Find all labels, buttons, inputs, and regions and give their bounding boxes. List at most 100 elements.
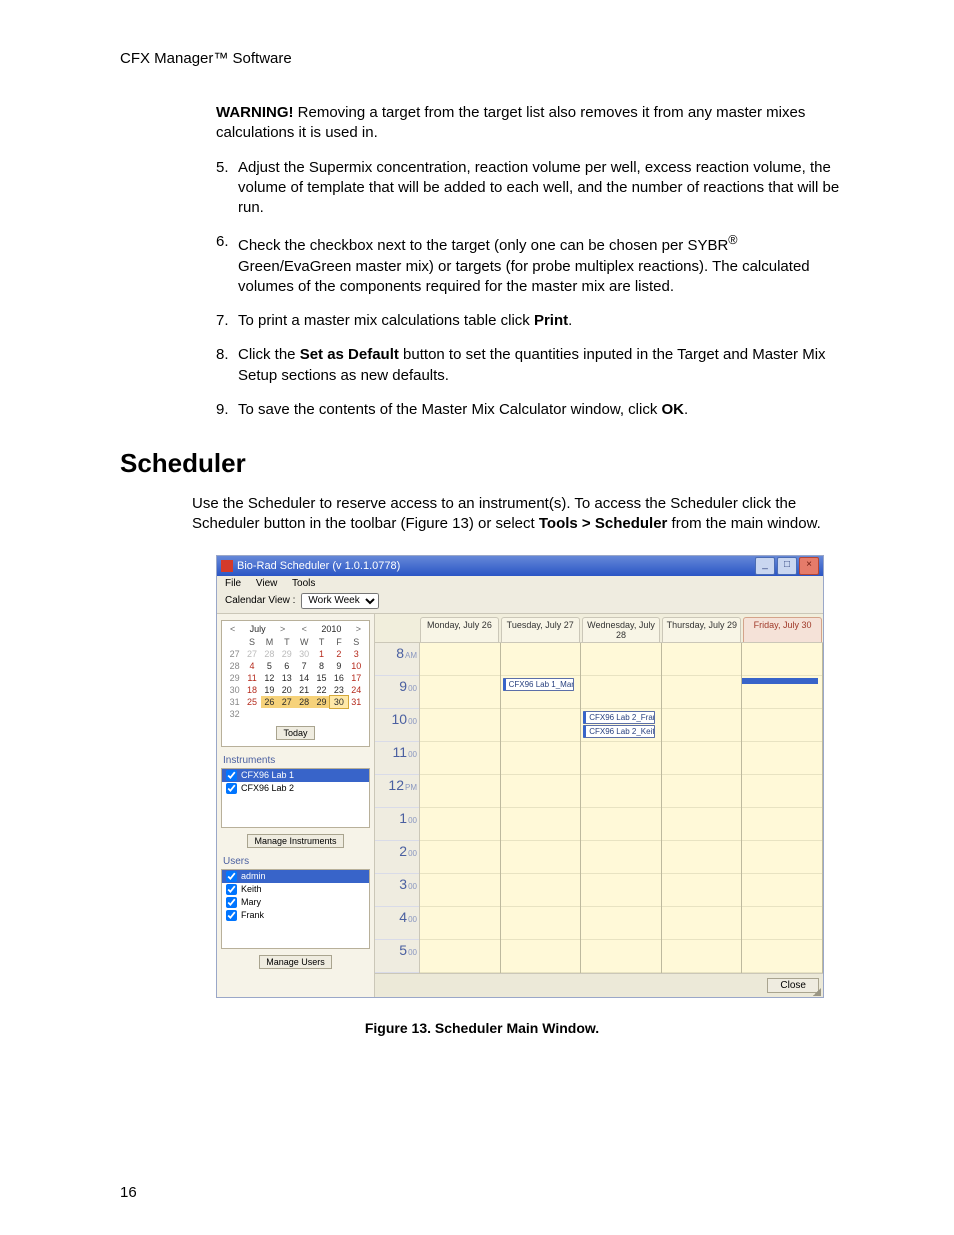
calendar-day[interactable]: 3 [348, 648, 365, 660]
section-heading: Scheduler [120, 448, 844, 479]
calendar-day[interactable] [243, 708, 260, 720]
current-time-indicator [742, 678, 818, 684]
list-item-checkbox[interactable] [226, 897, 237, 908]
calendar-day[interactable] [296, 708, 313, 720]
list-item-checkbox[interactable] [226, 871, 237, 882]
list-item-checkbox[interactable] [226, 910, 237, 921]
calendar-day[interactable]: 24 [348, 684, 365, 696]
hour-label: 200 [375, 841, 419, 874]
instruments-list[interactable]: CFX96 Lab 1CFX96 Lab 2 [221, 768, 370, 828]
day-column[interactable] [420, 643, 501, 973]
manage-instruments-button[interactable]: Manage Instruments [247, 834, 343, 848]
resize-grip-icon[interactable] [811, 986, 821, 996]
calendar-day[interactable]: 11 [243, 672, 260, 684]
mini-calendar[interactable]: < July > < 2010 > SMTWTFS272728293012328… [221, 620, 370, 747]
calendar-day[interactable] [278, 708, 295, 720]
list-item[interactable]: CFX96 Lab 2 [222, 782, 369, 795]
list-item[interactable]: Mary [222, 896, 369, 909]
calendar-day[interactable]: 10 [348, 660, 365, 672]
calendar-day[interactable]: 18 [243, 684, 260, 696]
step-item: 9.To save the contents of the Master Mix… [216, 400, 844, 420]
calendar-day[interactable]: 8 [313, 660, 330, 672]
calendar-day[interactable]: 14 [296, 672, 313, 684]
calendar-day[interactable]: 20 [278, 684, 295, 696]
window-title: Bio-Rad Scheduler (v 1.0.1.0778) [237, 560, 400, 572]
calendar-day[interactable]: 30 [330, 696, 347, 708]
calendar-day[interactable]: 28 [261, 648, 278, 660]
calendar-day[interactable] [313, 708, 330, 720]
prev-year-icon[interactable]: < [300, 624, 309, 634]
list-item-checkbox[interactable] [226, 783, 237, 794]
calendar-day[interactable] [348, 708, 365, 720]
day-column[interactable] [662, 643, 743, 973]
next-month-icon[interactable]: > [278, 624, 287, 634]
sidebar: < July > < 2010 > SMTWTFS272728293012328… [217, 614, 375, 997]
day-header[interactable]: Friday, July 30 [743, 617, 822, 642]
day-column[interactable]: CFX96 Lab 1_Mary [501, 643, 582, 973]
calendar-day[interactable]: 13 [278, 672, 295, 684]
calendar-day[interactable]: 16 [330, 672, 347, 684]
calendar-day[interactable]: 1 [313, 648, 330, 660]
toolbar: Calendar View : Work Week [217, 591, 823, 614]
calendar-event[interactable]: CFX96 Lab 1_Mary [503, 678, 575, 691]
today-button[interactable]: Today [276, 726, 314, 740]
list-item-checkbox[interactable] [226, 884, 237, 895]
calendar-day[interactable]: 27 [278, 696, 295, 708]
step-item: 5.Adjust the Supermix concentration, rea… [216, 158, 844, 219]
day-header[interactable]: Wednesday, July 28 [582, 617, 661, 642]
calendar-day[interactable]: 6 [278, 660, 295, 672]
menu-tools[interactable]: Tools [292, 578, 315, 589]
schedule-grid[interactable]: 8AM9001000110012PM100200300400500 CFX96 … [375, 643, 823, 973]
next-year-icon[interactable]: > [354, 624, 363, 634]
users-list[interactable]: adminKeithMaryFrank [221, 869, 370, 949]
calendar-day[interactable]: 12 [261, 672, 278, 684]
calendar-day[interactable] [261, 708, 278, 720]
day-header[interactable]: Monday, July 26 [420, 617, 499, 642]
hour-label: 400 [375, 907, 419, 940]
list-item-checkbox[interactable] [226, 770, 237, 781]
day-header[interactable]: Thursday, July 29 [662, 617, 741, 642]
calendar-day[interactable]: 22 [313, 684, 330, 696]
hour-label: 500 [375, 940, 419, 973]
calendar-day[interactable]: 21 [296, 684, 313, 696]
prev-month-icon[interactable]: < [228, 624, 237, 634]
calendar-day[interactable]: 30 [296, 648, 313, 660]
list-item[interactable]: admin [222, 870, 369, 883]
calendar-day[interactable]: 2 [330, 648, 347, 660]
calendar-day[interactable]: 28 [296, 696, 313, 708]
maximize-button[interactable]: □ [777, 557, 797, 575]
calendar-day[interactable]: 15 [313, 672, 330, 684]
calendar-day[interactable]: 31 [348, 696, 365, 708]
list-item[interactable]: Keith [222, 883, 369, 896]
calendar-day[interactable]: 5 [261, 660, 278, 672]
day-header[interactable]: Tuesday, July 27 [501, 617, 580, 642]
menu-file[interactable]: File [225, 578, 241, 589]
menu-view[interactable]: View [256, 578, 278, 589]
calendar-day[interactable]: 17 [348, 672, 365, 684]
list-item[interactable]: Frank [222, 909, 369, 922]
calendar-day[interactable]: 26 [261, 696, 278, 708]
minimize-button[interactable]: _ [755, 557, 775, 575]
hour-label: 1000 [375, 709, 419, 742]
calendar-day[interactable]: 19 [261, 684, 278, 696]
hour-label: 1100 [375, 742, 419, 775]
day-column[interactable]: CFX96 Lab 2_FrankCFX96 Lab 2_Keith [581, 643, 662, 973]
calendar-day[interactable]: 9 [330, 660, 347, 672]
step-item: 6.Check the checkbox next to the target … [216, 232, 844, 297]
calendar-day[interactable]: 7 [296, 660, 313, 672]
calendar-day[interactable]: 23 [330, 684, 347, 696]
calendar-day[interactable]: 29 [313, 696, 330, 708]
calendar-day[interactable] [330, 708, 347, 720]
calendar-event[interactable]: CFX96 Lab 2_Frank [583, 711, 655, 724]
calendar-day[interactable]: 29 [278, 648, 295, 660]
calendar-view-select[interactable]: Work Week [301, 593, 379, 609]
calendar-day[interactable]: 27 [243, 648, 260, 660]
calendar-event[interactable]: CFX96 Lab 2_Keith [583, 725, 655, 738]
close-window-button[interactable]: × [799, 557, 819, 575]
day-column[interactable] [742, 643, 823, 973]
calendar-day[interactable]: 25 [243, 696, 260, 708]
calendar-day[interactable]: 4 [243, 660, 260, 672]
users-label: Users [223, 856, 370, 867]
manage-users-button[interactable]: Manage Users [259, 955, 332, 969]
list-item[interactable]: CFX96 Lab 1 [222, 769, 369, 782]
